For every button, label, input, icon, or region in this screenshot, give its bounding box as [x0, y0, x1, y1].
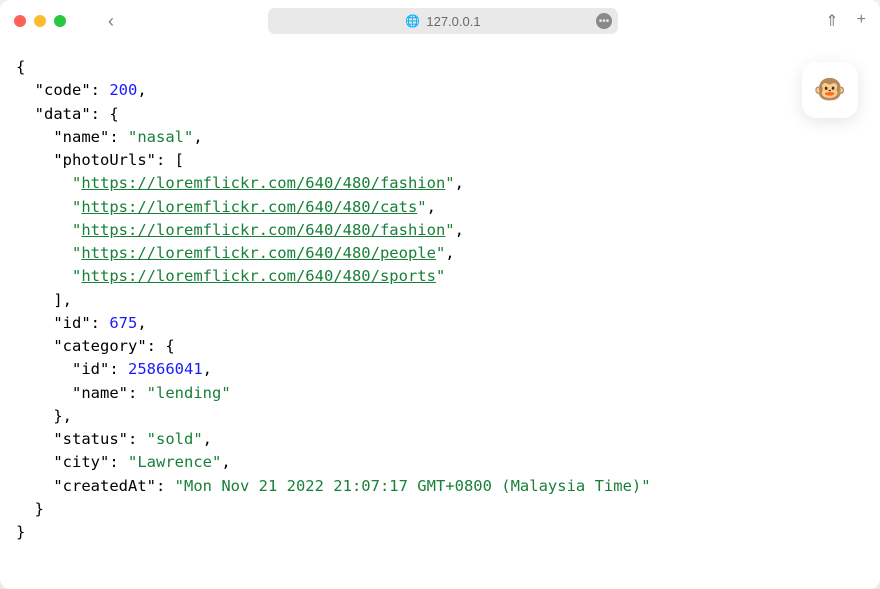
back-button[interactable]: ‹ — [102, 8, 120, 34]
val-name: "nasal" — [128, 128, 193, 146]
val-cat-name: "lending" — [147, 384, 231, 402]
val-cat-id: 25866041 — [128, 360, 203, 378]
key-createdAt: "createdAt" — [53, 477, 156, 495]
val-createdAt: "Mon Nov 21 2022 21:07:17 GMT+0800 (Mala… — [175, 477, 651, 495]
monkey-icon: 🐵 — [814, 71, 846, 110]
val-code: 200 — [109, 81, 137, 99]
brace-open: { — [16, 58, 25, 76]
browser-window: ‹ 🌐 127.0.0.1 ••• ⇑ + { "code": 200, "da… — [0, 0, 880, 589]
titlebar: ‹ 🌐 127.0.0.1 ••• ⇑ + — [0, 0, 880, 42]
key-code: "code" — [35, 81, 91, 99]
new-tab-icon[interactable]: + — [857, 11, 866, 31]
address-bar[interactable]: 🌐 127.0.0.1 ••• — [268, 8, 618, 34]
site-settings-icon[interactable]: ••• — [596, 13, 612, 29]
val-city: "Lawrence" — [128, 453, 221, 471]
val-id: 675 — [109, 314, 137, 332]
page-content: { "code": 200, "data": { "name": "nasal"… — [0, 42, 880, 589]
key-cat-id: "id" — [72, 360, 109, 378]
globe-icon: 🌐 — [405, 14, 420, 28]
photo-url-link[interactable]: https://loremflickr.com/640/480/fashion — [81, 221, 445, 239]
window-controls — [14, 15, 66, 27]
brace-close: } — [16, 523, 25, 541]
close-window-button[interactable] — [14, 15, 26, 27]
photo-url-link[interactable]: https://loremflickr.com/640/480/sports — [81, 267, 436, 285]
photo-url-link[interactable]: https://loremflickr.com/640/480/fashion — [81, 174, 445, 192]
key-name: "name" — [53, 128, 109, 146]
key-cat-name: "name" — [72, 384, 128, 402]
address-text: 127.0.0.1 — [426, 14, 480, 29]
key-city: "city" — [53, 453, 109, 471]
key-status: "status" — [53, 430, 128, 448]
key-data: "data" — [35, 105, 91, 123]
key-category: "category" — [53, 337, 146, 355]
photo-url-link[interactable]: https://loremflickr.com/640/480/cats — [81, 198, 417, 216]
zoom-window-button[interactable] — [54, 15, 66, 27]
key-id: "id" — [53, 314, 90, 332]
minimize-window-button[interactable] — [34, 15, 46, 27]
share-icon[interactable]: ⇑ — [825, 11, 838, 31]
extension-badge[interactable]: 🐵 — [802, 62, 858, 118]
val-status: "sold" — [147, 430, 203, 448]
key-photoUrls: "photoUrls" — [53, 151, 156, 169]
photo-url-link[interactable]: https://loremflickr.com/640/480/people — [81, 244, 436, 262]
